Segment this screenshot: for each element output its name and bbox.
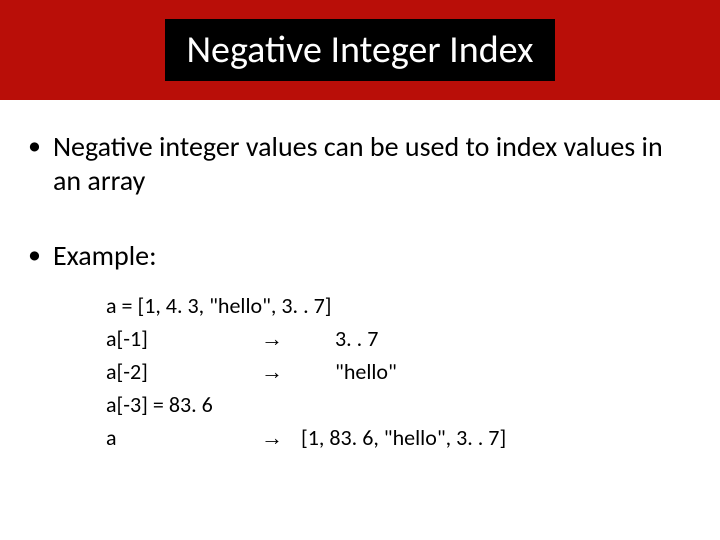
slide-header: Negative Integer Index bbox=[0, 0, 720, 100]
slide-content: • Negative integer values can be used to… bbox=[0, 100, 720, 454]
arrow-icon: → bbox=[261, 421, 301, 454]
code-expr: a bbox=[106, 421, 261, 454]
code-text: a = [1, 4. 3, "hello", 3. . 7] bbox=[106, 289, 332, 322]
code-result: 3. . 7 bbox=[335, 322, 378, 355]
code-example: a = [1, 4. 3, "hello", 3. . 7] a[-1] → 3… bbox=[106, 289, 692, 454]
code-line: a → [1, 83. 6, "hello", 3. . 7] bbox=[106, 421, 692, 454]
code-expr: a[-1] bbox=[106, 322, 261, 355]
code-result: "hello" bbox=[335, 355, 397, 388]
code-line: a[-1] → 3. . 7 bbox=[106, 322, 692, 355]
bullet-item: • Negative integer values can be used to… bbox=[28, 130, 692, 197]
code-text: a[-3] = 83. 6 bbox=[106, 388, 213, 421]
bullet-dot-icon: • bbox=[28, 239, 41, 270]
arrow-icon: → bbox=[261, 322, 335, 355]
code-line: a = [1, 4. 3, "hello", 3. . 7] bbox=[106, 289, 692, 322]
bullet-item: • Example: bbox=[28, 239, 692, 273]
title-box: Negative Integer Index bbox=[165, 19, 556, 81]
code-result: [1, 83. 6, "hello", 3. . 7] bbox=[301, 421, 506, 454]
bullet-text: Negative integer values can be used to i… bbox=[53, 130, 692, 197]
code-line: a[-2] → "hello" bbox=[106, 355, 692, 388]
arrow-icon: → bbox=[261, 355, 335, 388]
code-expr: a[-2] bbox=[106, 355, 261, 388]
bullet-dot-icon: • bbox=[28, 130, 41, 161]
bullet-text: Example: bbox=[53, 239, 157, 273]
code-line: a[-3] = 83. 6 bbox=[106, 388, 692, 421]
slide-title: Negative Integer Index bbox=[187, 27, 534, 73]
